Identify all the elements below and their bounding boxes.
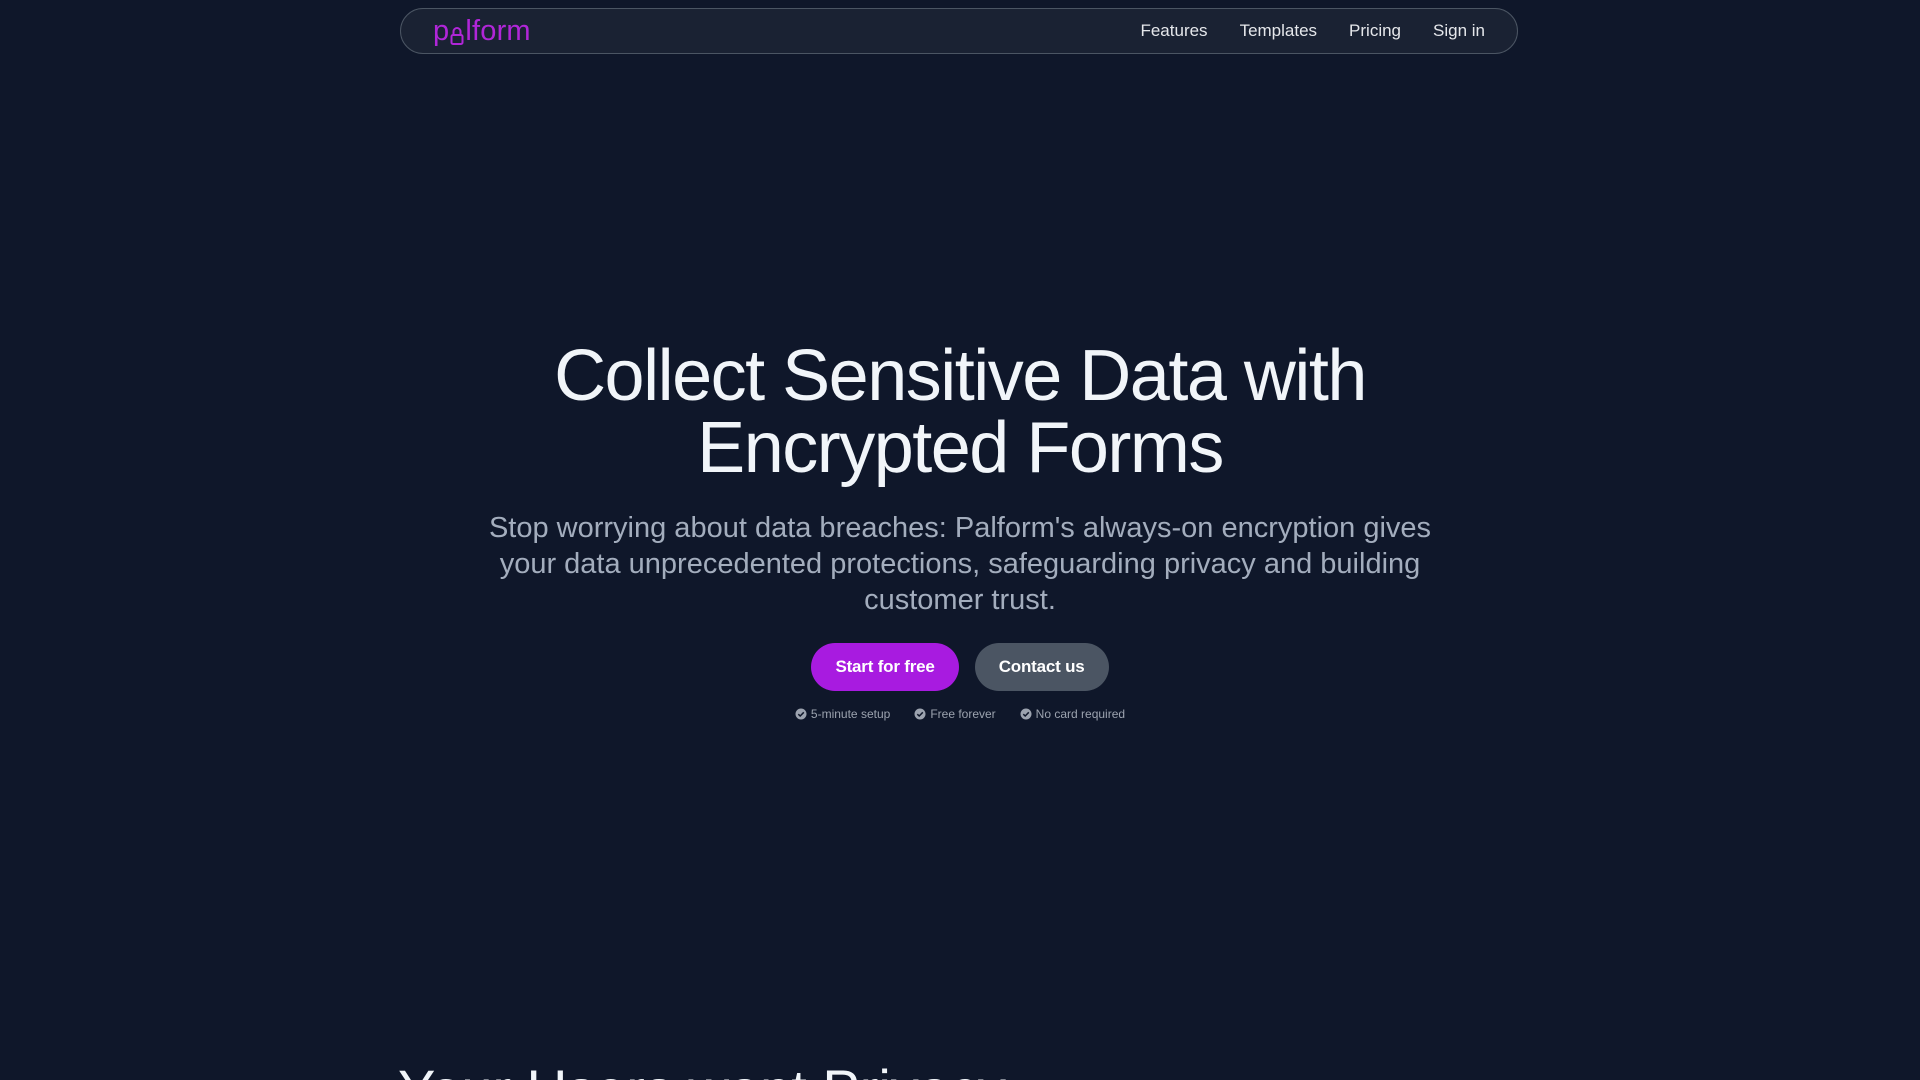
check-circle-icon [795, 708, 807, 720]
perk-label: Free forever [930, 707, 996, 721]
perk-label: 5-minute setup [810, 707, 891, 721]
next-section-heading: Your Users want Privacy [398, 1060, 1006, 1080]
hero-title: Collect Sensitive Data with Encrypted Fo… [0, 340, 1920, 484]
hero-title-line-1: Collect Sensitive Data with [554, 336, 1367, 416]
palform-logo[interactable]: p lform [433, 15, 531, 48]
lock-icon [450, 21, 464, 45]
perk-item: 5-minute setup [795, 707, 890, 721]
nav-link-sign-in[interactable]: Sign in [1433, 21, 1485, 41]
start-for-free-button[interactable]: Start for free [811, 643, 959, 691]
nav-links: Features Templates Pricing Sign in [1140, 21, 1485, 41]
nav-link-features[interactable]: Features [1140, 21, 1207, 41]
logo-text-end: lform [465, 14, 531, 47]
perk-item: No card required [1020, 707, 1125, 721]
hero-subtitle: Stop worrying about data breaches: Palfo… [488, 512, 1432, 616]
logo-text-start: p [433, 14, 450, 47]
perks-list: 5-minute setup Free forever No card requ… [0, 707, 1920, 721]
cta-row: Start for free Contact us [0, 643, 1920, 691]
perk-item: Free forever [914, 707, 996, 721]
contact-us-button[interactable]: Contact us [974, 643, 1109, 691]
check-circle-icon [1020, 708, 1032, 720]
page: p lform Features Templates Pricing Sign … [0, 0, 1920, 1080]
perk-label: No card required [1035, 707, 1126, 721]
nav-link-pricing[interactable]: Pricing [1349, 21, 1401, 41]
hero-title-line-2: Encrypted Forms [697, 408, 1224, 488]
top-navbar: p lform Features Templates Pricing Sign … [400, 8, 1518, 54]
nav-link-templates[interactable]: Templates [1240, 21, 1317, 41]
check-circle-icon [914, 708, 926, 720]
